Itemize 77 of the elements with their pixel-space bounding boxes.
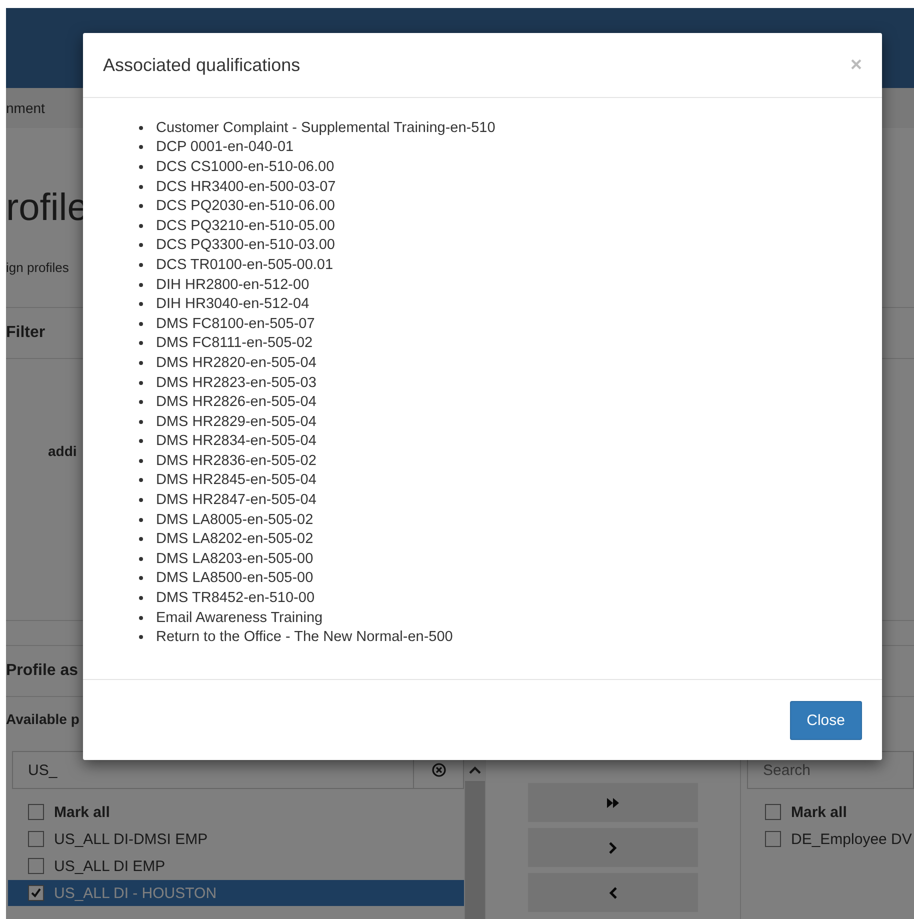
bullet-icon: [139, 360, 143, 365]
mark-all-label[interactable]: Mark all: [54, 804, 110, 820]
qualification-item: DMS HR2829-en-505-04: [156, 414, 316, 430]
checkbox[interactable]: [28, 885, 44, 901]
qualification-item: DMS HR2845-en-505-04: [156, 472, 316, 488]
bullet-icon: [139, 518, 143, 522]
double-arrow-icon: [606, 796, 620, 808]
checkbox[interactable]: [765, 831, 781, 847]
qualification-item: DMS HR2823-en-505-03: [156, 374, 316, 391]
qualification-item: DMS HR2836-en-505-02: [156, 452, 316, 469]
qualification-item: Email Awareness Training: [156, 610, 323, 626]
bullet-icon: [139, 596, 143, 600]
bullet-icon: [139, 243, 143, 248]
bullet-icon: [139, 262, 143, 267]
bullet-icon: [139, 184, 143, 189]
qualification-item: DCS CS1000-en-510-06.00: [156, 158, 334, 175]
qualification-item: DMS LA8500-en-505-00: [156, 570, 314, 586]
field-label: addi: [48, 443, 77, 459]
bullet-icon: [139, 556, 143, 561]
qualification-item: DCS TR0100-en-505-00.01: [156, 256, 334, 273]
qualification-item: DCS HR3400-en-500-03-07: [156, 178, 336, 195]
list-item[interactable]: US_ALL DI-DMSI EMP: [6, 826, 464, 852]
chevron-right-icon: [608, 842, 618, 854]
qualification-item: Return to the Office - The New Normal-en-500: [156, 629, 453, 646]
bullet-icon: [139, 616, 143, 620]
qualification-item: DMS HR2847-en-505-04: [156, 492, 316, 508]
bullet-icon: [139, 635, 143, 640]
qualification-item: DMS TR8452-en-510-00: [156, 590, 315, 606]
checkbox[interactable]: [28, 831, 44, 847]
qualification-item: DMS FC8100-en-505-07: [156, 316, 315, 332]
bullet-icon: [139, 145, 143, 150]
bullet-icon: [139, 204, 143, 208]
bullet-icon: [139, 498, 143, 502]
bullet-icon: [139, 420, 143, 424]
qualification-item: DMS LA8202-en-505-02: [156, 531, 314, 548]
bullet-icon: [139, 322, 143, 326]
bullet-icon: [139, 126, 143, 130]
bullet-icon: [139, 341, 143, 346]
bullet-icon: [139, 537, 143, 542]
qualification-item: DMS HR2826-en-505-04: [156, 394, 316, 410]
qualification-item: DCS PQ3210-en-510-05.00: [156, 218, 335, 234]
bullet-icon: [139, 302, 143, 306]
qualification-item: DCP 0001-en-040-01: [156, 139, 294, 156]
page-title: rofile: [6, 186, 88, 230]
bullet-icon: [139, 380, 143, 385]
page-subtitle: ign profiles: [6, 260, 69, 275]
scroll-thumb[interactable]: [465, 781, 485, 919]
qualification-item: DIH HR2800-en-512-00: [156, 276, 310, 293]
list-item[interactable]: US_ALL DI EMP: [6, 853, 464, 879]
nav-item[interactable]: nment: [6, 100, 45, 116]
bullet-icon: [139, 478, 143, 482]
chevron-left-icon: [608, 886, 618, 898]
bullet-icon: [139, 224, 143, 228]
mark-all-label[interactable]: Mark all: [791, 804, 847, 820]
bullet-icon: [139, 282, 143, 287]
checkbox[interactable]: [28, 804, 44, 820]
bullet-icon: [139, 400, 143, 404]
scroll-up-icon[interactable]: [468, 765, 482, 775]
list-item[interactable]: US_ALL DI - HOUSTON: [8, 880, 464, 906]
clear-icon: [432, 763, 446, 777]
bullet-icon: [139, 164, 143, 169]
qualification-item: DMS HR2834-en-505-04: [156, 433, 316, 450]
bullet-icon: [139, 576, 143, 580]
qualification-item: DMS LA8005-en-505-02: [156, 512, 314, 528]
qualification-item: Customer Complaint - Supplemental Training-en-510: [156, 120, 496, 136]
qualification-item: DMS FC8111-en-505-02: [156, 335, 313, 352]
checkbox[interactable]: [28, 858, 44, 874]
qualification-item: DCS PQ2030-en-510-06.00: [156, 198, 335, 214]
section-label: Available p: [6, 710, 80, 729]
close-button[interactable]: Close: [790, 700, 862, 740]
bullet-icon: [139, 439, 143, 444]
checkbox[interactable]: [765, 804, 781, 820]
bullet-icon: [139, 458, 143, 463]
qualification-item: DCS PQ3300-en-510-03.00: [156, 237, 335, 254]
dialog-title: Associated qualifications: [103, 54, 300, 76]
list-item[interactable]: DE_Employee DV: [747, 826, 914, 852]
qualification-item: DMS LA8203-en-505-00: [156, 550, 314, 567]
